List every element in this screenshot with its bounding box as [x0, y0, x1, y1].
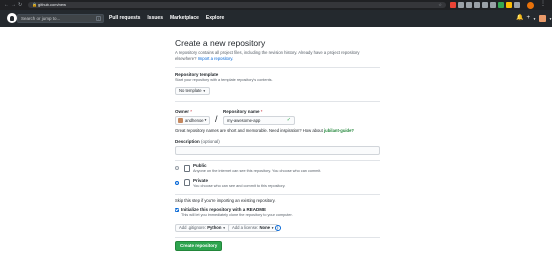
- header-actions: 🔔 + ▼ ▼: [516, 14, 552, 23]
- template-select-label: No template: [179, 88, 202, 93]
- required-marker: *: [190, 109, 193, 114]
- import-repository-link[interactable]: Import a repository.: [198, 56, 234, 61]
- license-select-button[interactable]: Add a license: None ▼: [228, 224, 279, 232]
- divider: [175, 160, 380, 161]
- readme-checkbox[interactable]: [175, 208, 179, 212]
- book-icon: [184, 165, 190, 172]
- owner-repo-separator: /: [215, 114, 218, 124]
- create-plus-icon[interactable]: +: [526, 14, 530, 23]
- page-intro: A repository contains all project files,…: [175, 50, 380, 62]
- search-shortcut-key: /: [96, 16, 101, 21]
- owner-select[interactable]: andhenoe ▼: [175, 116, 210, 125]
- lock-icon: 🔒: [32, 2, 37, 7]
- browser-extension-icon[interactable]: [498, 2, 504, 8]
- browser-extension-icon[interactable]: [490, 2, 496, 8]
- reload-icon[interactable]: ↻: [18, 2, 22, 8]
- name-suggestion[interactable]: jubilant-guide?: [324, 128, 354, 133]
- header-nav: Pull requests Issues Marketplace Explore: [109, 10, 224, 27]
- browser-extension-icon[interactable]: [514, 2, 520, 8]
- nav-explore[interactable]: Explore: [206, 10, 224, 27]
- user-avatar[interactable]: [538, 15, 546, 22]
- address-bar[interactable]: 🔒 github.com/new ☆: [28, 2, 446, 8]
- search-input[interactable]: Search or jump to... /: [17, 14, 104, 23]
- repo-name-input[interactable]: my-awesome-app ✓: [223, 116, 295, 125]
- divider: [175, 67, 380, 68]
- owner-label: Owner *: [175, 109, 192, 115]
- visibility-private-radio[interactable]: [175, 181, 179, 185]
- divider: [175, 237, 380, 238]
- chevron-down-icon: ▼: [222, 226, 226, 230]
- repo-name-label: Repository name *: [223, 109, 263, 115]
- browser-extension-icon[interactable]: [482, 2, 488, 8]
- description-input[interactable]: [175, 146, 380, 155]
- nav-issues[interactable]: Issues: [147, 10, 163, 27]
- create-repository-button[interactable]: Create repository: [175, 241, 223, 251]
- browser-extension-icon[interactable]: [450, 2, 456, 8]
- browser-extension-icon[interactable]: [466, 2, 472, 8]
- gitignore-select-button[interactable]: Add .gitignore: Python ▼: [175, 224, 230, 232]
- search-placeholder: Search or jump to...: [21, 16, 61, 21]
- required-marker: *: [260, 109, 263, 114]
- visibility-private-description: You choose who can see and commit to thi…: [193, 184, 286, 188]
- back-icon[interactable]: ←: [4, 2, 9, 8]
- browser-extension-icon[interactable]: [474, 2, 480, 8]
- optional-marker: (optional): [201, 139, 220, 144]
- browser-toolbar: ← → ↻ 🔒 github.com/new ☆ ⋮: [0, 0, 552, 10]
- description-label-text: Description: [175, 139, 200, 144]
- repo-name-value: my-awesome-app: [227, 118, 261, 123]
- github-header: Search or jump to... / Pull requests Iss…: [0, 10, 552, 27]
- repo-name-label-text: Repository name: [223, 109, 260, 114]
- browser-extension-icon[interactable]: [506, 2, 512, 8]
- info-icon[interactable]: i: [275, 225, 281, 231]
- owner-name: andhenoe: [185, 118, 204, 123]
- nav-marketplace[interactable]: Marketplace: [170, 10, 199, 27]
- divider: [175, 101, 380, 102]
- visibility-public-radio[interactable]: [175, 166, 179, 170]
- github-logo-icon[interactable]: [7, 13, 17, 23]
- browser-menu-icon[interactable]: ⋮: [540, 1, 546, 8]
- nav-pull-requests[interactable]: Pull requests: [109, 10, 140, 27]
- chevron-down-icon: ▼: [271, 226, 275, 230]
- page-title: Create a new repository: [175, 38, 266, 48]
- template-description: Start your repository with a template re…: [175, 78, 273, 82]
- description-label: Description (optional): [175, 139, 220, 145]
- gitignore-value: Python: [207, 225, 222, 230]
- skip-step-text: Skip this step if you're importing an ex…: [175, 198, 276, 203]
- forward-icon[interactable]: →: [11, 2, 16, 8]
- address-url: github.com/new: [38, 2, 67, 7]
- license-value: None: [259, 225, 270, 230]
- owner-avatar: [178, 118, 183, 123]
- gitignore-prefix: Add .gitignore:: [179, 225, 207, 230]
- template-select-button[interactable]: No template ▼: [175, 87, 210, 95]
- readme-description: This will let you immediately clone the …: [181, 213, 293, 217]
- browser-extension-icon[interactable]: [458, 2, 464, 8]
- chevron-down-icon: ▼: [204, 118, 207, 122]
- chevron-down-icon[interactable]: ▼: [533, 17, 536, 21]
- owner-label-text: Owner: [175, 109, 190, 114]
- lock-icon: [184, 179, 190, 186]
- repo-name-hint: Great repository names are short and mem…: [175, 128, 354, 134]
- visibility-public-description: Anyone on the internet can see this repo…: [193, 169, 322, 173]
- notifications-bell-icon[interactable]: 🔔: [516, 14, 523, 23]
- repo-name-hint-text: Great repository names are short and mem…: [175, 128, 323, 133]
- check-icon: ✓: [286, 117, 291, 123]
- divider: [175, 194, 380, 195]
- bookmark-star-icon[interactable]: ☆: [438, 2, 442, 8]
- license-prefix: Add a license:: [232, 225, 259, 230]
- chevron-down-icon: ▼: [202, 89, 206, 93]
- browser-profile-avatar[interactable]: [527, 2, 534, 9]
